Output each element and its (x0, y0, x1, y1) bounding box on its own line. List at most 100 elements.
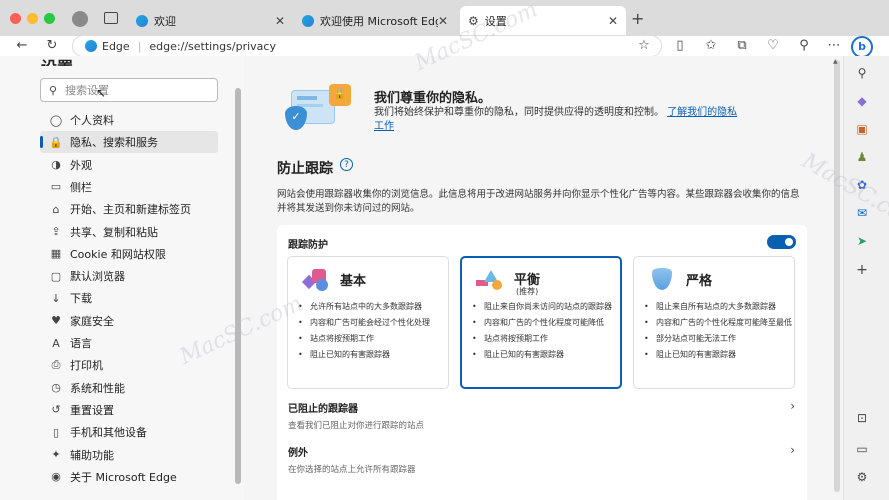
scroll-up-icon[interactable]: ▲ (833, 58, 838, 65)
tracking-title: 防止跟踪 (277, 161, 333, 177)
sidebar-item-label: 隐私、搜索和服务 (70, 136, 158, 150)
new-tab-button[interactable]: + (631, 9, 644, 28)
bullet: 内容和广告的个性化程度可能降低 (472, 317, 620, 328)
settings-title: 设置 (41, 54, 73, 66)
edge-icon (136, 15, 148, 27)
bing-copilot-icon[interactable]: b (851, 36, 873, 58)
sidebar-item[interactable]: ◷ 系统和性能 (40, 377, 218, 399)
minimize-window-button[interactable] (27, 13, 38, 24)
strict-shield-icon (652, 268, 672, 290)
basic-shapes-icon (301, 269, 330, 291)
bullet: 阻止来自你尚未访问的站点的跟踪器 (472, 301, 620, 312)
sidebar-item[interactable]: ▭ 侧栏 (40, 176, 218, 198)
tracking-level-basic[interactable]: 基本 允许所有站点中的大多数跟踪器 内容和广告可能会经过个性化处理 站点将按预期… (287, 256, 449, 389)
feedback-icon[interactable]: ⊡ (855, 411, 869, 425)
maximize-window-button[interactable] (44, 13, 55, 24)
appearance-icon: ◑ (51, 158, 61, 172)
refresh-icon[interactable]: ↻ (44, 38, 60, 53)
sidebar-item[interactable]: ⌂ 开始、主页和新建标签页 (40, 198, 218, 220)
tab-bar: 欢迎 ✕ 欢迎使用 Microsoft Edge Beta ✕ ⚙ 设置 ✕ + (0, 0, 889, 36)
tools-briefcase-icon[interactable]: ▣ (855, 122, 869, 136)
tab-close-button[interactable]: ✕ (608, 14, 618, 28)
bullet: 阻止来自所有站点的大多数跟踪器 (644, 301, 792, 312)
favorites-icon[interactable]: ✩ (703, 38, 719, 53)
add-app-icon[interactable]: + (855, 262, 869, 278)
browser-window: 欢迎 ✕ 欢迎使用 Microsoft Edge Beta ✕ ⚙ 设置 ✕ +… (0, 0, 889, 500)
tracking-description: 网站会使用跟踪器收集你的浏览信息。此信息将用于改进网站服务并向你显示个性化广告等… (277, 189, 800, 214)
privacy-title: 我们尊重你的隐私。 (374, 91, 492, 106)
edge-logo-icon (85, 40, 97, 52)
home-icon: ⌂ (52, 202, 60, 216)
collections-icon[interactable]: ⧉ (734, 38, 750, 53)
favorite-star-icon[interactable]: ☆ (636, 38, 652, 53)
profile-avatar-icon[interactable] (72, 11, 88, 27)
sidebar-item-label: 打印机 (70, 359, 103, 373)
mouse-cursor-icon: ↖ (96, 86, 107, 100)
tab-close-button[interactable]: ✕ (275, 14, 285, 28)
sidebar-item[interactable]: ◯ 个人资料 (40, 109, 218, 131)
browser-essentials-icon[interactable]: ♡ (765, 38, 781, 53)
blocked-trackers-desc: 查看我们已阻止对你进行跟踪的站点 (288, 421, 425, 431)
send-icon[interactable]: ➤ (855, 234, 869, 248)
help-icon[interactable]: ? (340, 158, 353, 171)
tab-label: 欢迎 (154, 15, 176, 28)
reset-icon: ↺ (51, 403, 61, 417)
level-bullets: 允许所有站点中的大多数跟踪器 内容和广告可能会经过个性化处理 站点将按预期工作 … (298, 301, 446, 365)
tracking-level-strict[interactable]: 严格 阻止来自所有站点的大多数跟踪器 内容和广告的个性化程度可能降至最低 部分站… (633, 256, 795, 389)
back-arrow-icon[interactable]: ← (14, 38, 30, 53)
sidebar-item[interactable]: ◉ 关于 Microsoft Edge (40, 466, 218, 488)
exceptions-title: 例外 (288, 448, 308, 459)
bullet: 阻止已知的有害跟踪器 (298, 349, 446, 360)
sidebar-item-label: 重置设置 (70, 403, 114, 417)
search-icon[interactable]: ⚲ (855, 66, 869, 80)
sidebar-item[interactable]: ✦ 辅助功能 (40, 444, 218, 466)
blocked-trackers-row[interactable]: 已阻止的跟踪器 查看我们已阻止对你进行跟踪的站点 › (277, 396, 807, 436)
tracking-level-balanced[interactable]: 平衡 (推荐) 阻止来自你尚未访问的站点的跟踪器 内容和广告的个性化程度可能降低… (460, 256, 622, 389)
shopping-tag-icon[interactable]: ◆ (855, 94, 869, 108)
sidebar-item-label: 手机和其他设备 (70, 426, 147, 440)
download-icon: ↓ (51, 291, 61, 305)
cookie-icon: ▦ (50, 247, 62, 261)
level-name: 严格 (686, 274, 713, 289)
sidebar-item[interactable]: ▢ 默认浏览器 (40, 265, 218, 287)
sidebar-item[interactable]: ◑ 外观 (40, 154, 218, 176)
url-text: edge://settings/privacy (149, 39, 276, 53)
tracking-prevention-toggle[interactable] (767, 235, 796, 249)
search-settings-input[interactable]: ⚲ 搜索设置 (40, 78, 218, 102)
sidebar-settings-gear-icon[interactable]: ⚙ (855, 470, 869, 484)
lock-icon: 🔒 (49, 135, 63, 149)
exceptions-row[interactable]: 例外 在你选择的站点上允许所有跟踪器 › (277, 440, 807, 480)
tab-actions-icon[interactable] (104, 12, 118, 24)
tab-welcome[interactable]: 欢迎 ✕ (128, 6, 293, 36)
tab-close-button[interactable]: ✕ (438, 14, 448, 28)
bullet: 阻止已知的有害跟踪器 (644, 349, 792, 360)
tab-welcome-beta[interactable]: 欢迎使用 Microsoft Edge Beta ✕ (296, 6, 456, 36)
sidebar-scrollbar[interactable] (235, 88, 241, 484)
address-bar[interactable]: Edge | edge://settings/privacy (72, 35, 662, 57)
sidebar-item[interactable]: 🔒 隐私、搜索和服务 (40, 131, 218, 154)
main-scrollbar[interactable]: ▲ (833, 58, 840, 492)
sidebar-item-label: 默认浏览器 (70, 270, 125, 284)
sidebar-icon: ▭ (50, 180, 62, 194)
sidebar-item-label: 家庭安全 (70, 314, 114, 328)
sidebar-item[interactable]: ↓ 下载 (40, 287, 218, 309)
sidebar-item[interactable]: ▦ Cookie 和网站权限 (40, 243, 218, 265)
sidebar-item-label: 系统和性能 (70, 381, 125, 395)
sidebar-toggle-icon[interactable]: ▭ (855, 442, 869, 456)
edge-icon: ◉ (51, 470, 61, 484)
sidebar-item[interactable]: ▯ 手机和其他设备 (40, 421, 218, 443)
printer-icon: ⎙ (51, 358, 61, 372)
search-icon: ⚲ (49, 83, 58, 97)
family-icon: ♥ (51, 314, 61, 328)
extensions-icon[interactable]: ⚲ (796, 38, 812, 53)
sidebar-item[interactable]: ⇪ 共享、复制和粘贴 (40, 221, 218, 243)
sidebar-item[interactable]: ↺ 重置设置 (40, 399, 218, 421)
close-window-button[interactable] (10, 13, 21, 24)
games-icon[interactable]: ♟ (855, 150, 869, 164)
more-menu-icon[interactable]: ⋯ (826, 38, 842, 53)
sidebar-item[interactable]: ♥ 家庭安全 (40, 310, 218, 332)
exceptions-desc: 在你选择的站点上允许所有跟踪器 (288, 465, 416, 475)
edge-icon (302, 15, 314, 27)
privacy-shield-illustration: 🔒 ✓ (283, 82, 355, 134)
split-screen-icon[interactable]: ▯ (672, 38, 688, 53)
